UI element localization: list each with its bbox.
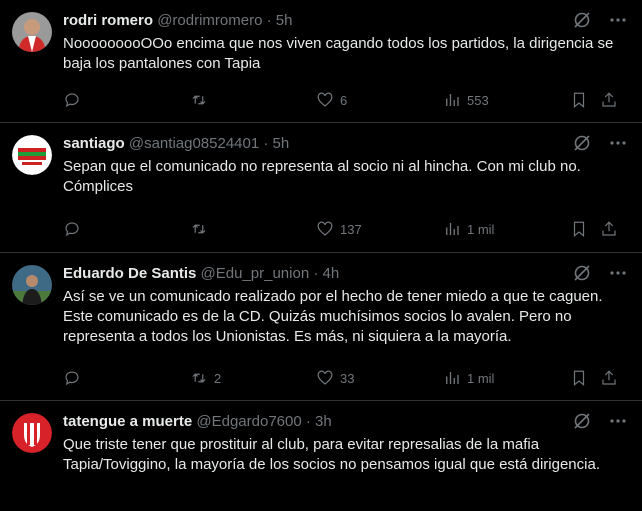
share-icon [602,221,616,236]
repost-icon [192,373,206,383]
tweet-actions: 2 33 1 mil [63,368,623,388]
reply-icon [65,222,79,237]
tweet[interactable]: rodri romero @rodrimromero · 5h Nooooooo… [0,0,642,123]
user-handle[interactable]: @Edu_pr_union [201,265,310,282]
share-icon [602,370,616,385]
bookmark-icon [573,370,585,387]
display-name[interactable]: tatengue a muerte [63,413,192,430]
repost-icon [192,95,206,105]
grok-icon[interactable] [572,411,592,431]
views-icon [446,223,459,235]
separator-dot: · [305,413,311,430]
tweet[interactable]: santiago @santiag08524401 · 5h Sepan que… [0,123,642,253]
views-icon [446,372,459,384]
tweet-text: Que triste tener que prostituir al club,… [63,436,600,473]
avatar[interactable] [12,135,52,175]
tweet-header: Eduardo De Santis @Edu_pr_union · 4h [63,264,339,284]
tweet[interactable]: Eduardo De Santis @Edu_pr_union · 4h Así… [0,253,642,401]
timestamp[interactable]: 3h [315,413,332,430]
share-button[interactable] [600,368,618,388]
tweet-actions: 137 1 mil [63,219,623,239]
tweet-text: Sepan que el comunicado no representa al… [63,158,581,195]
like-count: 33 [340,370,355,386]
heart-icon [317,221,333,236]
views-button[interactable]: 553 [443,90,489,110]
bookmark-icon [573,221,585,238]
display-name[interactable]: santiago [63,135,125,152]
grok-icon[interactable] [572,133,592,153]
timestamp[interactable]: 5h [273,135,290,152]
like-button[interactable]: 6 [316,90,347,110]
more-icon[interactable] [608,263,628,283]
share-button[interactable] [600,219,618,239]
avatar[interactable] [12,413,52,453]
repost-button[interactable] [190,219,214,239]
views-count: 553 [467,92,489,108]
views-button[interactable]: 1 mil [443,368,494,388]
views-icon [446,94,459,106]
reply-button[interactable] [63,90,87,110]
repost-button[interactable]: 2 [190,368,221,388]
tweet-text: Así se ve un comunicado realizado por el… [63,288,603,345]
grok-icon[interactable] [572,263,592,283]
timestamp[interactable]: 5h [276,12,293,29]
bookmark-button[interactable] [570,219,588,239]
repost-button[interactable] [190,90,214,110]
share-icon [602,92,616,107]
tweet-header: rodri romero @rodrimromero · 5h [63,11,292,31]
tweet[interactable]: tatengue a muerte @Edgardo7600 · 3h Que … [0,401,642,511]
avatar[interactable] [12,12,52,52]
reply-button[interactable] [63,368,87,388]
bookmark-icon [573,92,585,109]
reply-icon [65,371,79,386]
tweet-header: tatengue a muerte @Edgardo7600 · 3h [63,412,332,432]
repost-icon [192,224,206,234]
tweet-actions: 6 553 [63,90,623,110]
heart-icon [317,92,333,107]
display-name[interactable]: rodri romero [63,12,153,29]
grok-icon[interactable] [572,10,592,30]
reply-button[interactable] [63,219,87,239]
views-count: 1 mil [467,370,495,386]
user-handle[interactable]: @santiag08524401 [129,135,259,152]
more-icon[interactable] [608,10,628,30]
views-button[interactable]: 1 mil [443,219,494,239]
like-count: 137 [340,221,362,237]
separator-dot: · [263,135,269,152]
user-handle[interactable]: @Edgardo7600 [196,413,301,430]
reply-icon [65,93,79,108]
separator-dot: · [266,12,272,29]
share-button[interactable] [600,90,618,110]
avatar[interactable] [12,265,52,305]
tweet-header: santiago @santiag08524401 · 5h [63,134,289,154]
display-name[interactable]: Eduardo De Santis [63,265,196,282]
heart-icon [317,370,333,385]
bookmark-button[interactable] [570,368,588,388]
like-button[interactable]: 33 [316,368,354,388]
views-count: 1 mil [467,221,495,237]
user-handle[interactable]: @rodrimromero [157,12,262,29]
timestamp[interactable]: 4h [323,265,340,282]
repost-count: 2 [214,370,222,386]
like-count: 6 [340,92,348,108]
more-icon[interactable] [608,411,628,431]
separator-dot: · [313,265,319,282]
bookmark-button[interactable] [570,90,588,110]
more-icon[interactable] [608,133,628,153]
tweet-text: NooooooooOOo encima que nos viven cagand… [63,35,614,72]
like-button[interactable]: 137 [316,219,362,239]
